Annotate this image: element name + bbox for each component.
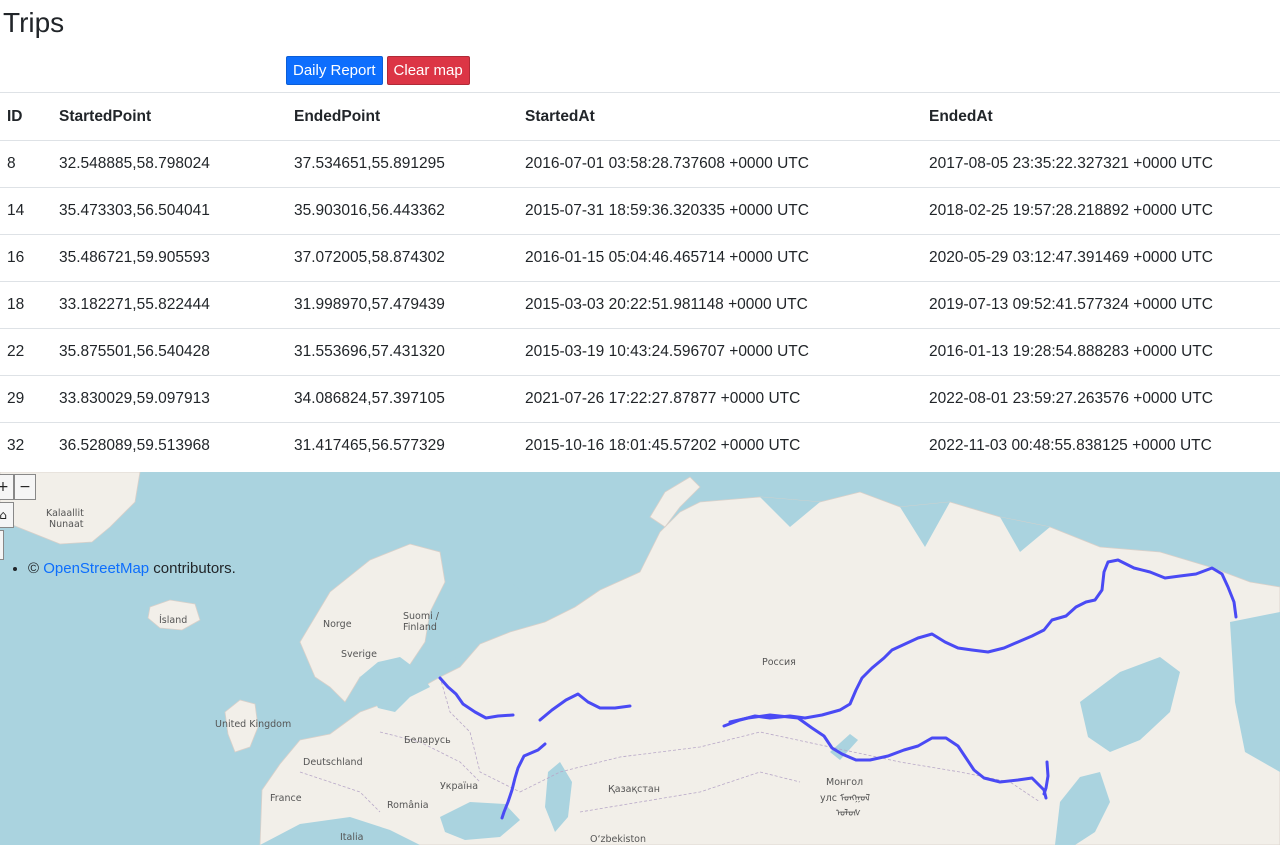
- label-uk: United Kingdom: [215, 719, 291, 730]
- cell-started-at: 2015-07-31 18:59:36.320335 +0000 UTC: [518, 187, 922, 235]
- label-romania: România: [387, 800, 429, 811]
- table-row[interactable]: 22 35.875501,56.540428 31.553696,57.4313…: [0, 328, 1280, 376]
- cell-ended-at: 2016-01-13 19:28:54.888283 +0000 UTC: [922, 328, 1280, 376]
- home-icon: ⌂: [0, 508, 7, 522]
- cell-ended-point: 31.998970,57.479439: [287, 281, 518, 329]
- label-belarus: Беларусь: [404, 735, 451, 746]
- label-finland: Suomi /: [403, 611, 440, 622]
- cell-ended-at: 2022-11-03 00:48:55.838125 +0000 UTC: [922, 422, 1280, 469]
- toolbar: Daily Report Clear map: [286, 56, 470, 85]
- label-finland-2: Finland: [403, 622, 437, 633]
- label-iceland: Ísland: [159, 614, 187, 626]
- cell-started-point: 33.830029,59.097913: [52, 375, 287, 423]
- label-mongolia-2: улс ᠮᠣᠩᠭᠣᠯ: [820, 792, 870, 804]
- cell-id: 18: [0, 281, 52, 329]
- zoom-control: + −: [0, 474, 36, 500]
- cell-started-at: 2015-10-16 18:01:45.57202 +0000 UTC: [518, 422, 922, 469]
- cell-started-at: 2016-01-15 05:04:46.465714 +0000 UTC: [518, 234, 922, 282]
- cell-ended-point: 31.553696,57.431320: [287, 328, 518, 376]
- table-row[interactable]: 8 32.548885,58.798024 37.534651,55.89129…: [0, 140, 1280, 188]
- cell-ended-at: 2018-02-25 19:57:28.218892 +0000 UTC: [922, 187, 1280, 235]
- map-attribution: © OpenStreetMap contributors.: [10, 560, 236, 577]
- attribution-suffix: contributors.: [149, 560, 236, 577]
- header-id: ID: [0, 92, 52, 141]
- label-ukraine: Україна: [440, 781, 478, 792]
- attribution-item: © OpenStreetMap contributors.: [28, 560, 236, 577]
- label-greenland: Kalaallit: [46, 508, 84, 519]
- table-header-row: ID StartedPoint EndedPoint StartedAt End…: [0, 92, 1280, 141]
- attribution-prefix: ©: [28, 560, 44, 577]
- cell-ended-point: 37.534651,55.891295: [287, 140, 518, 188]
- attribution-toggle[interactable]: [0, 530, 4, 560]
- cell-started-point: 35.473303,56.504041: [52, 187, 287, 235]
- header-started-at: StartedAt: [518, 92, 922, 141]
- label-mongolia-3: ᠤᠯᠤᠰ: [836, 807, 861, 819]
- cell-ended-point: 34.086824,57.397105: [287, 375, 518, 423]
- cell-started-at: 2015-03-03 20:22:51.981148 +0000 UTC: [518, 281, 922, 329]
- table-row[interactable]: 18 33.182271,55.822444 31.998970,57.4794…: [0, 281, 1280, 329]
- trips-table: ID StartedPoint EndedPoint StartedAt End…: [0, 92, 1280, 469]
- home-button[interactable]: ⌂: [0, 502, 14, 528]
- cell-id: 29: [0, 375, 52, 423]
- cell-id: 14: [0, 187, 52, 235]
- label-germany: Deutschland: [303, 757, 363, 768]
- map-canvas[interactable]: Kalaallit Nunaat Ísland Norge Sverige Su…: [0, 472, 1280, 845]
- page-title: Trips: [3, 7, 65, 38]
- table-row[interactable]: 14 35.473303,56.504041 35.903016,56.4433…: [0, 187, 1280, 235]
- cell-started-at: 2015-03-19 10:43:24.596707 +0000 UTC: [518, 328, 922, 376]
- label-greenland-2: Nunaat: [49, 519, 84, 530]
- table-row[interactable]: 32 36.528089,59.513968 31.417465,56.5773…: [0, 422, 1280, 469]
- cell-ended-at: 2019-07-13 09:52:41.577324 +0000 UTC: [922, 281, 1280, 329]
- header-ended-point: EndedPoint: [287, 92, 518, 141]
- label-uzbekistan: O‘zbekiston: [590, 834, 646, 845]
- label-sweden: Sverige: [341, 649, 377, 660]
- header-started-point: StartedPoint: [52, 92, 287, 141]
- label-norway: Norge: [323, 619, 352, 630]
- table-row[interactable]: 16 35.486721,59.905593 37.072005,58.8743…: [0, 234, 1280, 282]
- label-russia: Россия: [762, 657, 796, 668]
- cell-ended-point: 35.903016,56.443362: [287, 187, 518, 235]
- cell-started-point: 33.182271,55.822444: [52, 281, 287, 329]
- cell-ended-point: 31.417465,56.577329: [287, 422, 518, 469]
- clear-map-button[interactable]: Clear map: [386, 56, 470, 85]
- cell-ended-point: 37.072005,58.874302: [287, 234, 518, 282]
- zoom-in-button[interactable]: +: [0, 474, 14, 500]
- table-row[interactable]: 29 33.830029,59.097913 34.086824,57.3971…: [0, 375, 1280, 423]
- cell-id: 22: [0, 328, 52, 376]
- label-italy: Italia: [340, 832, 363, 843]
- cell-started-at: 2021-07-26 17:22:27.87877 +0000 UTC: [518, 375, 922, 423]
- cell-id: 32: [0, 422, 52, 469]
- cell-ended-at: 2020-05-29 03:12:47.391469 +0000 UTC: [922, 234, 1280, 282]
- openstreetmap-link[interactable]: OpenStreetMap: [43, 560, 149, 577]
- label-france: France: [270, 793, 302, 804]
- header-ended-at: EndedAt: [922, 92, 1280, 141]
- cell-id: 16: [0, 234, 52, 282]
- cell-id: 8: [0, 140, 52, 188]
- zoom-out-button[interactable]: −: [14, 474, 36, 500]
- cell-ended-at: 2022-08-01 23:59:27.263576 +0000 UTC: [922, 375, 1280, 423]
- cell-ended-at: 2017-08-05 23:35:22.327321 +0000 UTC: [922, 140, 1280, 188]
- cell-started-at: 2016-07-01 03:58:28.737608 +0000 UTC: [518, 140, 922, 188]
- map-viewport[interactable]: Kalaallit Nunaat Ísland Norge Sverige Su…: [0, 472, 1280, 845]
- cell-started-point: 32.548885,58.798024: [52, 140, 287, 188]
- label-mongolia: Монгол: [826, 777, 863, 788]
- cell-started-point: 35.875501,56.540428: [52, 328, 287, 376]
- daily-report-button[interactable]: Daily Report: [286, 56, 383, 85]
- label-kazakhstan: Қазақстан: [608, 784, 660, 795]
- cell-started-point: 35.486721,59.905593: [52, 234, 287, 282]
- cell-started-point: 36.528089,59.513968: [52, 422, 287, 469]
